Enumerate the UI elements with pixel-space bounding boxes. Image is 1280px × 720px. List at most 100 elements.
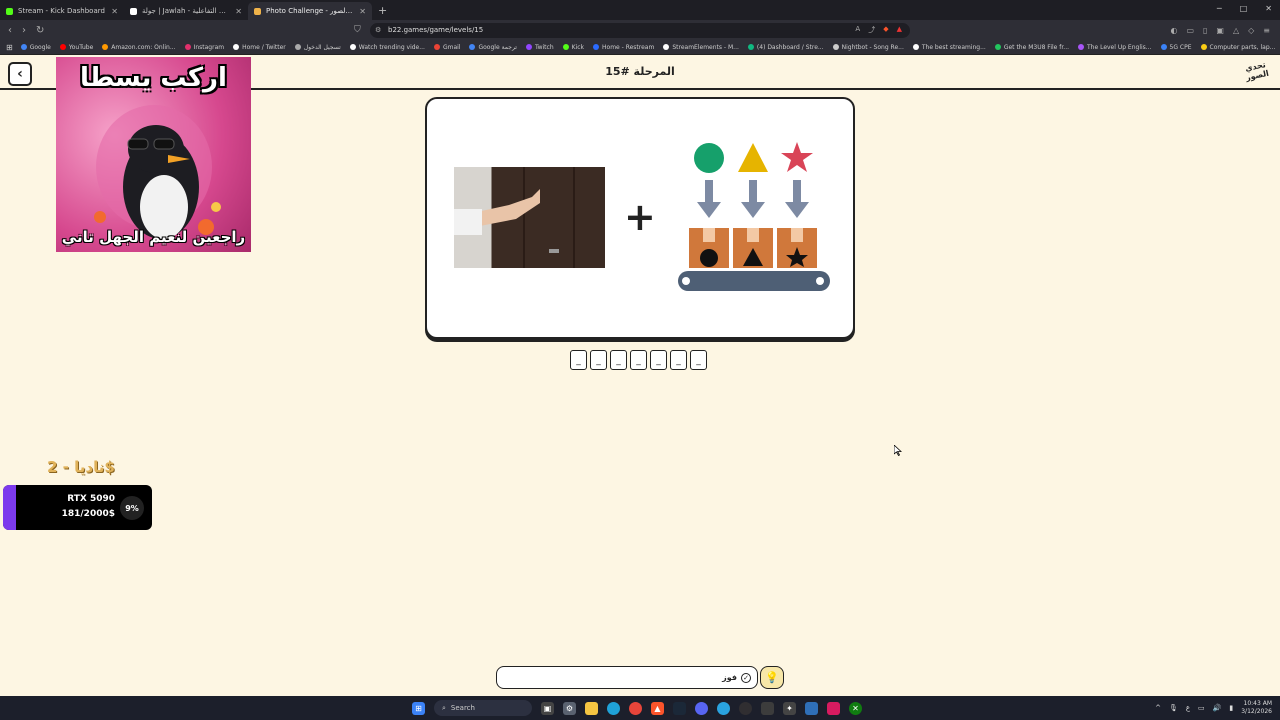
- chrome-icon[interactable]: [629, 701, 642, 715]
- browser-tab[interactable]: جولة | Jawlah - منصة الألعاب التفاعلية ✕: [124, 2, 248, 20]
- bookmark-favicon-icon: [184, 44, 191, 50]
- file-explorer-icon[interactable]: [585, 701, 598, 715]
- site-info-icon[interactable]: ⚙: [375, 26, 381, 34]
- brave-rewards-icon[interactable]: ▲: [897, 25, 902, 35]
- discord-icon[interactable]: [695, 701, 708, 715]
- bookmark-item[interactable]: StreamElements - M...: [663, 44, 739, 51]
- new-tab-button[interactable]: +: [378, 4, 387, 17]
- box-icon: [777, 228, 817, 268]
- browser-tab[interactable]: Photo Challenge - تحدي الصور ✕: [248, 2, 372, 20]
- hint-button[interactable]: 💡: [760, 666, 784, 689]
- goal-widget: RTX 5090 181/2000$ 9%: [3, 485, 152, 530]
- leo-icon[interactable]: △: [1233, 26, 1239, 35]
- extension-icon[interactable]: ▭: [1186, 26, 1194, 35]
- sidebar-icon[interactable]: ▯: [1203, 26, 1207, 35]
- bookmark-item[interactable]: Kick: [562, 44, 584, 51]
- answer-slots: _ _ _ _ _ _ _: [570, 350, 707, 370]
- goal-progress-text: 181/2000$: [61, 509, 115, 519]
- app-icon[interactable]: [805, 701, 818, 715]
- app-icon[interactable]: [761, 701, 774, 715]
- reload-icon[interactable]: ↻: [36, 25, 44, 36]
- bookmark-label: Instagram: [193, 43, 225, 51]
- conveyor-belt: [678, 271, 830, 291]
- bookmark-item[interactable]: تسجيل الدخول: [294, 44, 341, 51]
- telegram-icon[interactable]: [717, 701, 730, 715]
- tab-favicon-icon: [130, 7, 137, 15]
- bookmark-item[interactable]: The best streaming...: [912, 44, 986, 51]
- green-circle-icon: [694, 143, 724, 173]
- bookmark-item[interactable]: YouTube: [59, 44, 93, 51]
- bookmark-favicon-icon: [747, 44, 754, 50]
- url-field[interactable]: ⚙ b22.games/game/levels/15 A ⤴ ◆ ▲: [370, 22, 910, 38]
- bookmark-item[interactable]: (4) Dashboard / Stre...: [747, 43, 824, 51]
- bookmark-favicon-icon: [912, 44, 919, 50]
- forward-nav-icon[interactable]: ›: [22, 25, 26, 36]
- tray-chevron-icon[interactable]: ^: [1155, 704, 1161, 712]
- brave-icon[interactable]: ▲: [651, 701, 664, 715]
- bookmark-item[interactable]: Gmail: [433, 44, 460, 51]
- goal-percent-badge: 9%: [120, 496, 144, 520]
- bookmark-item[interactable]: Instagram: [184, 43, 225, 51]
- windows-start-icon[interactable]: ⊞: [412, 701, 425, 715]
- meme-overlay: اركب يسطا راجعين لنعيم الجهل تاني: [56, 57, 251, 252]
- maximize-icon[interactable]: □: [1240, 4, 1248, 13]
- microphone-icon[interactable]: 🎙: [1169, 704, 1178, 712]
- translate-icon[interactable]: A: [855, 25, 860, 35]
- bookmark-item[interactable]: Computer parts, lap...: [1200, 44, 1275, 51]
- bookmark-favicon-icon: [525, 44, 532, 50]
- language-icon[interactable]: ع: [1186, 704, 1190, 712]
- tab-close-icon[interactable]: ✕: [235, 7, 242, 16]
- bookmark-item[interactable]: Watch trending vide...: [349, 44, 425, 51]
- tab-title: جولة | Jawlah - منصة الألعاب التفاعلية: [142, 7, 230, 15]
- bookmark-favicon-icon: [663, 44, 670, 50]
- menu-icon[interactable]: ≡: [1263, 26, 1270, 35]
- bookmark-item[interactable]: Google: [20, 44, 51, 51]
- wallet-icon[interactable]: ▣: [1216, 26, 1224, 35]
- minimize-icon[interactable]: ─: [1217, 4, 1222, 13]
- taskbar-search[interactable]: ⌕ Search: [434, 700, 532, 716]
- bookmark-item[interactable]: Google ترجمة: [469, 44, 517, 51]
- settings-icon[interactable]: ⚙: [563, 701, 576, 715]
- penguin-image: [94, 105, 221, 239]
- site-logo[interactable]: تحدي الصور: [1242, 60, 1272, 89]
- bookmark-item[interactable]: Amazon.com: Onlin...: [102, 44, 176, 51]
- bookmark-label: (4) Dashboard / Stre...: [756, 43, 824, 51]
- volume-icon[interactable]: 🔊: [1213, 704, 1222, 712]
- obs-icon[interactable]: [739, 701, 752, 715]
- bookmark-favicon-icon: [1160, 44, 1167, 50]
- tab-close-icon[interactable]: ✕: [359, 7, 366, 16]
- task-view-icon[interactable]: ▣: [541, 701, 554, 715]
- bookmark-item[interactable]: The Level Up Englis...: [1078, 44, 1152, 51]
- network-icon[interactable]: ▭: [1198, 704, 1205, 712]
- bookmark-item[interactable]: Twitch: [525, 43, 554, 51]
- check-circle-icon[interactable]: ✓: [741, 672, 751, 683]
- steam-icon[interactable]: [673, 701, 686, 715]
- app-icon[interactable]: ✦: [783, 701, 796, 715]
- answer-input[interactable]: فوز ✓: [496, 666, 758, 689]
- bookmark-item[interactable]: Home - Restream: [593, 44, 654, 51]
- share-icon[interactable]: ⤴: [868, 25, 875, 35]
- battery-icon[interactable]: ▮: [1229, 704, 1233, 712]
- bookmark-label: Twitch: [534, 43, 554, 51]
- answer-slot: _: [690, 350, 707, 370]
- tab-close-icon[interactable]: ✕: [111, 7, 118, 16]
- edge-icon[interactable]: [607, 701, 620, 715]
- apps-grid-icon[interactable]: ⊞: [6, 43, 13, 52]
- bookmark-item[interactable]: 5G CPE: [1160, 44, 1192, 51]
- browser-tab[interactable]: Stream - Kick Dashboard ✕: [0, 2, 124, 20]
- lightbulb-icon: 💡: [765, 671, 779, 684]
- bookmark-page-icon[interactable]: ⛉: [354, 25, 361, 35]
- bookmark-item[interactable]: Home / Twitter: [233, 44, 286, 51]
- meme-bottom-text: راجعين لنعيم الجهل تاني: [61, 228, 246, 246]
- brave-shield-icon[interactable]: ◆: [883, 25, 888, 35]
- close-window-icon[interactable]: ✕: [1265, 4, 1272, 13]
- xbox-icon[interactable]: ✕: [849, 701, 862, 715]
- bookmark-item[interactable]: Get the M3U8 File fr...: [994, 44, 1069, 51]
- clock[interactable]: 10:43 AM 3/12/2026: [1241, 700, 1272, 716]
- bookmark-item[interactable]: Nightbot - Song Re...: [832, 44, 904, 51]
- goal-progress-fill: [3, 485, 17, 530]
- vpn-icon[interactable]: ◇: [1248, 26, 1254, 35]
- app-icon[interactable]: [827, 701, 840, 715]
- extension-icon[interactable]: ◐: [1170, 26, 1177, 35]
- back-nav-icon[interactable]: ‹: [8, 25, 12, 36]
